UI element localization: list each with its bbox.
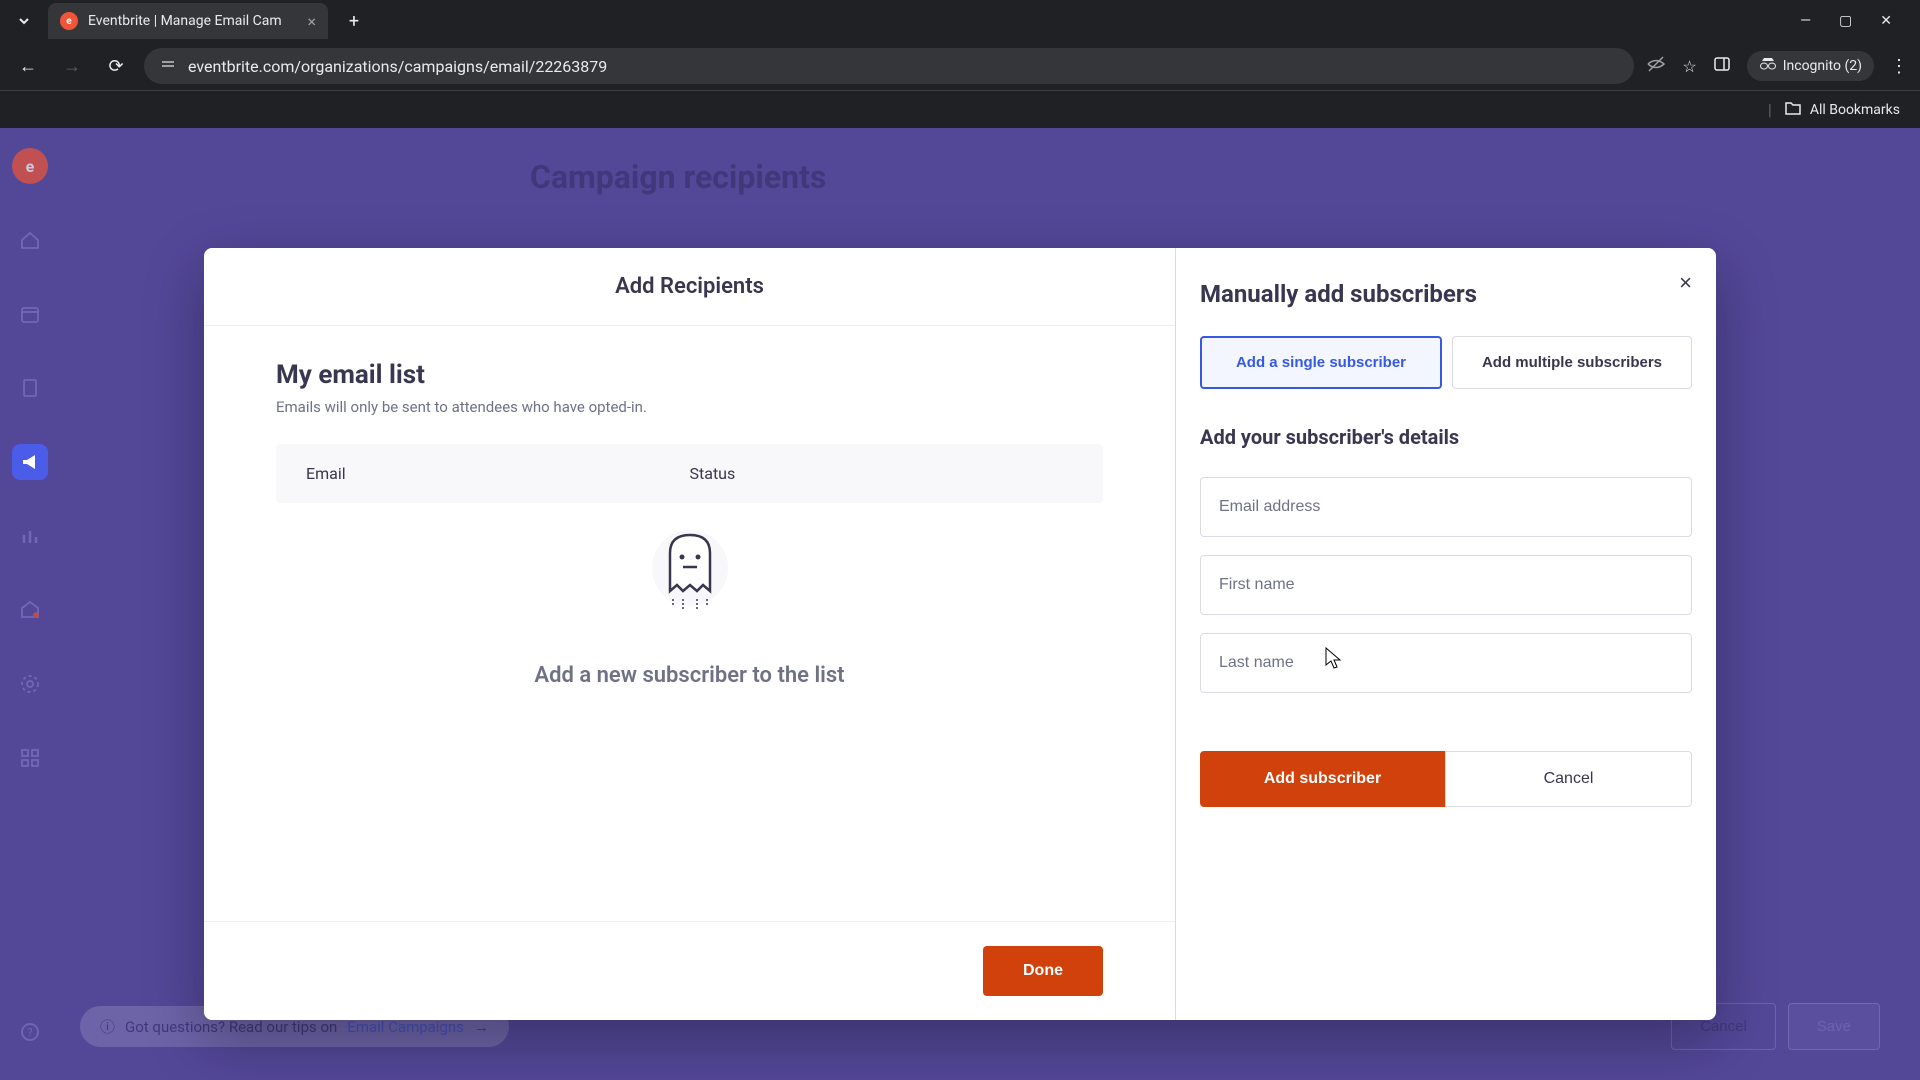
url-bar[interactable]: eventbrite.com/organizations/campaigns/e… — [144, 48, 1634, 84]
modal-body: Add Recipients My email list Emails will… — [204, 248, 1716, 1020]
window-controls: — ▢ ✕ — [1800, 13, 1912, 29]
bookmarks-bar: | All Bookmarks — [0, 90, 1920, 128]
empty-state-text: Add a new subscriber to the list — [534, 663, 844, 688]
maximize-icon[interactable]: ▢ — [1839, 13, 1852, 29]
tab-search-dropdown[interactable] — [8, 5, 40, 37]
tab-multiple-subscribers[interactable]: Add multiple subscribers — [1452, 336, 1692, 389]
form-actions: Add subscriber Cancel — [1200, 751, 1692, 807]
empty-state: Add a new subscriber to the list — [276, 503, 1103, 688]
add-subscriber-button[interactable]: Add subscriber — [1200, 751, 1445, 807]
url-text: eventbrite.com/organizations/campaigns/e… — [188, 57, 607, 76]
minimize-icon[interactable]: — — [1800, 13, 1811, 29]
tab-title: Eventbrite | Manage Email Cam — [88, 13, 299, 29]
eventbrite-favicon-icon: e — [60, 12, 78, 30]
modal-left-footer: Done — [204, 921, 1175, 1020]
incognito-badge[interactable]: Incognito (2) — [1747, 51, 1874, 81]
tab-single-subscriber[interactable]: Add a single subscriber — [1200, 336, 1442, 389]
subscriber-details-title: Add your subscriber's details — [1200, 425, 1692, 449]
bookmarks-divider: | — [1768, 100, 1772, 119]
browser-menu-icon[interactable]: ⋮ — [1890, 56, 1908, 77]
browser-chrome: e Eventbrite | Manage Email Cam × + — ▢ … — [0, 0, 1920, 128]
add-recipients-modal: × Add Recipients My email list Emails wi… — [204, 248, 1716, 1020]
list-name: My email list — [276, 360, 1103, 390]
browser-tab[interactable]: e Eventbrite | Manage Email Cam × — [48, 3, 328, 39]
modal-title: Add Recipients — [244, 274, 1135, 299]
bookmark-star-icon[interactable]: ☆ — [1682, 57, 1696, 76]
nav-bar: ← → ⟳ eventbrite.com/organizations/campa… — [0, 42, 1920, 90]
manually-add-title: Manually add subscribers — [1200, 280, 1692, 308]
modal-backdrop[interactable]: × Add Recipients My email list Emails wi… — [0, 128, 1920, 1080]
email-list-section: My email list Emails will only be sent t… — [204, 326, 1175, 921]
modal-left-panel: Add Recipients My email list Emails will… — [204, 248, 1176, 1020]
tab-bar: e Eventbrite | Manage Email Cam × + — ▢ … — [0, 0, 1920, 42]
new-tab-button[interactable]: + — [340, 7, 368, 35]
folder-icon — [1784, 100, 1802, 120]
all-bookmarks-button[interactable]: All Bookmarks — [1784, 100, 1900, 120]
back-button[interactable]: ← — [12, 50, 44, 82]
modal-right-panel: Manually add subscribers Add a single su… — [1176, 248, 1716, 1020]
incognito-label: Incognito (2) — [1783, 58, 1862, 74]
column-header-email: Email — [306, 464, 690, 483]
eye-off-icon[interactable] — [1646, 54, 1666, 78]
list-description: Emails will only be sent to attendees wh… — [276, 398, 1103, 416]
cancel-button[interactable]: Cancel — [1445, 751, 1692, 807]
side-panel-icon[interactable] — [1713, 55, 1731, 77]
last-name-input[interactable] — [1200, 633, 1692, 693]
incognito-icon — [1759, 57, 1777, 75]
modal-close-button[interactable]: × — [1679, 270, 1692, 296]
email-address-input[interactable] — [1200, 477, 1692, 537]
tab-close-icon[interactable]: × — [307, 12, 316, 31]
ghost-icon — [650, 523, 730, 623]
close-window-icon[interactable]: ✕ — [1880, 13, 1892, 29]
first-name-input[interactable] — [1200, 555, 1692, 615]
site-info-icon[interactable] — [160, 56, 176, 76]
subscribers-table-header: Email Status — [276, 444, 1103, 503]
column-header-status: Status — [690, 464, 1074, 483]
page-content: e ? Campaign recipi — [0, 128, 1920, 1080]
reload-button[interactable]: ⟳ — [100, 50, 132, 82]
nav-icons: ☆ Incognito (2) ⋮ — [1646, 51, 1908, 81]
all-bookmarks-label: All Bookmarks — [1810, 102, 1900, 118]
done-button[interactable]: Done — [983, 946, 1103, 996]
forward-button[interactable]: → — [56, 50, 88, 82]
subscriber-mode-tabs: Add a single subscriber Add multiple sub… — [1200, 336, 1692, 389]
modal-header: Add Recipients — [204, 248, 1175, 326]
